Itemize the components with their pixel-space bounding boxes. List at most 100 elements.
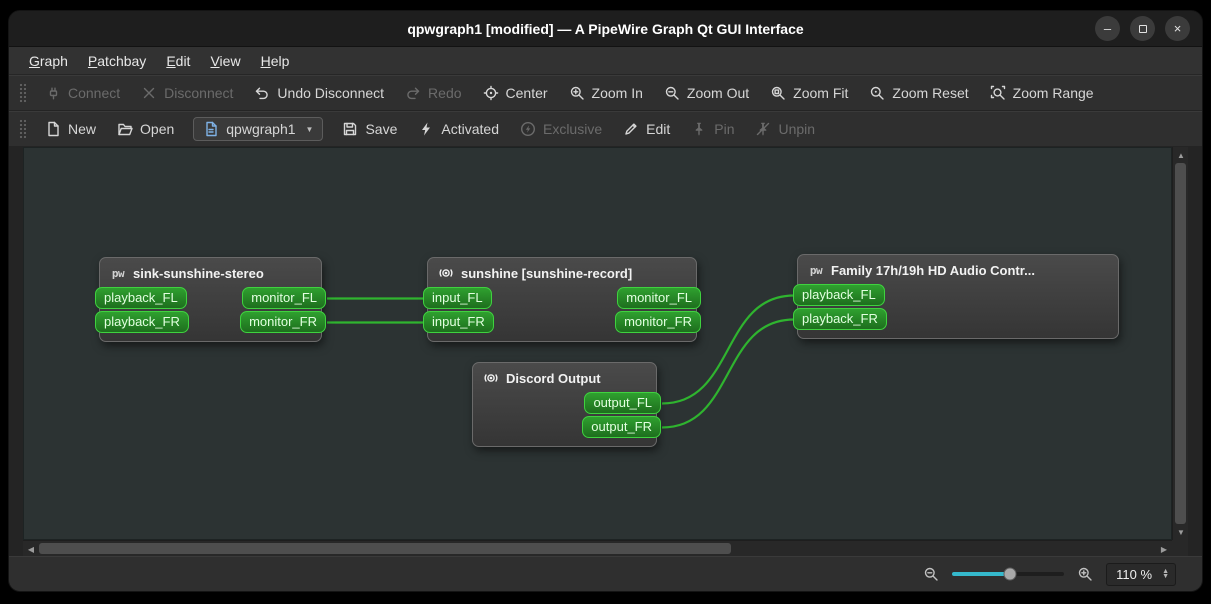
new-icon xyxy=(45,121,61,137)
activated-icon xyxy=(418,121,434,137)
connect-button: Connect xyxy=(36,80,129,106)
port-row: playback_FL monitor_FL xyxy=(95,286,326,309)
port-input_FR[interactable]: input_FR xyxy=(423,310,494,333)
disconnect-icon xyxy=(141,85,157,101)
pipewire-icon: pw xyxy=(809,263,823,277)
toolbar-button-label: Exclusive xyxy=(542,121,603,137)
unpin-button: Unpin xyxy=(746,116,824,142)
toolbar-button-label: Save xyxy=(365,121,398,137)
exclusive-icon xyxy=(520,121,536,137)
port-row: playback_FR monitor_FR xyxy=(95,310,326,333)
patchbay-file-icon xyxy=(203,121,219,137)
port-playback_FR[interactable]: playback_FR xyxy=(793,307,887,330)
scroll-up-icon[interactable]: ▲ xyxy=(1173,147,1189,163)
port-row: playback_FL xyxy=(793,283,1118,306)
window-title: qpwgraph1 [modified] — A PipeWire Graph … xyxy=(407,20,804,37)
save-button[interactable]: Save xyxy=(333,116,406,142)
center-button[interactable]: Center xyxy=(474,80,557,106)
port-output_FL[interactable]: output_FL xyxy=(584,391,661,414)
spin-down-icon[interactable]: ▼ xyxy=(1162,573,1169,580)
minimize-button[interactable]: – xyxy=(1095,16,1120,41)
zoom-out-button[interactable]: Zoom Out xyxy=(655,80,758,106)
toolbar-button-label: Disconnect xyxy=(164,85,234,101)
maximize-button[interactable] xyxy=(1130,16,1155,41)
port-row: playback_FR xyxy=(793,307,1118,330)
node-sink[interactable]: pw sink-sunshine-stereo playback_FLmonitor… xyxy=(95,257,326,342)
spinbox-arrows[interactable]: ▲ ▼ xyxy=(1160,568,1171,580)
app-window: qpwgraph1 [modified] — A PipeWire Graph … xyxy=(8,10,1203,592)
menu-patchbay[interactable]: Patchbay xyxy=(78,50,156,72)
node-ports: output_FL output_FR xyxy=(473,389,661,446)
node-title-text: Discord Output xyxy=(506,370,601,386)
redo-icon xyxy=(405,85,421,101)
zoom-range-button[interactable]: Zoom Range xyxy=(981,80,1103,106)
undo-disconnect-button[interactable]: Undo Disconnect xyxy=(245,80,393,106)
toolbar-handle[interactable] xyxy=(19,119,26,139)
vertical-scroll-handle[interactable] xyxy=(1175,163,1186,524)
port-output_FR[interactable]: output_FR xyxy=(582,415,661,438)
zoom-slider-thumb[interactable] xyxy=(1003,567,1017,581)
node-family[interactable]: pw Family 17h/19h HD Audio Contr... playba… xyxy=(793,254,1119,339)
zoom-spinbox[interactable]: 110 % ▲ ▼ xyxy=(1106,562,1176,586)
port-row: output_FL xyxy=(473,391,661,414)
node-ports: playback_FL monitor_FL playback_FR monitor_… xyxy=(95,284,326,341)
menu-help[interactable]: Help xyxy=(251,50,300,72)
toolbar-button-label: Zoom Out xyxy=(686,85,750,101)
node-sunshine[interactable]: sunshine [sunshine-record] input_FL monito… xyxy=(423,257,701,342)
vertical-scrollbar[interactable]: ▲ ▼ xyxy=(1172,147,1188,540)
zoom-out-icon[interactable] xyxy=(923,566,939,582)
toolbar-button-label: Center xyxy=(505,85,548,101)
horizontal-scroll-handle[interactable] xyxy=(39,543,731,554)
scroll-down-icon[interactable]: ▼ xyxy=(1173,524,1189,540)
zoom-in-icon xyxy=(569,85,585,101)
port-playback_FR[interactable]: playback_FR xyxy=(95,310,189,333)
scroll-left-icon[interactable]: ◀ xyxy=(23,541,39,557)
graph-canvas[interactable]: pw sink-sunshine-stereo playback_FL monitor… xyxy=(23,147,1172,540)
patchbay-toolbar: New Open qpwgraph1 ▼ Save Activated Exclusive E… xyxy=(9,111,1202,147)
connections-layer xyxy=(326,294,795,429)
close-button[interactable]: × xyxy=(1165,16,1190,41)
port-playback_FL[interactable]: playback_FL xyxy=(793,283,885,306)
zoom-in-button[interactable]: Zoom In xyxy=(560,80,652,106)
zoom-slider[interactable] xyxy=(952,566,1065,582)
port-monitor_FR[interactable]: monitor_FR xyxy=(240,310,326,333)
unpin-icon xyxy=(755,121,771,137)
menu-edit[interactable]: Edit xyxy=(156,50,200,72)
zoom-slider-fill xyxy=(952,572,1011,576)
pin-button: Pin xyxy=(682,116,743,142)
port-monitor_FL[interactable]: monitor_FL xyxy=(242,286,326,309)
toolbar-button-label: Zoom Fit xyxy=(793,85,849,101)
node-discord[interactable]: Discord Output output_FL output_FR xyxy=(472,362,661,447)
toolbar-button-label: Undo Disconnect xyxy=(277,85,385,101)
port-input_FL[interactable]: input_FL xyxy=(423,286,492,309)
scroll-right-icon[interactable]: ▶ xyxy=(1156,541,1172,557)
port-playback_FL[interactable]: playback_FL xyxy=(95,286,187,309)
horizontal-scrollbar[interactable]: ◀ ▶ xyxy=(23,540,1172,556)
activated-button[interactable]: Activated xyxy=(409,116,508,142)
port-monitor_FL[interactable]: monitor_FL xyxy=(617,286,701,309)
new-button[interactable]: New xyxy=(36,116,105,142)
open-button[interactable]: Open xyxy=(108,116,183,142)
port-row: output_FR xyxy=(473,415,661,438)
toolbar-button-label: Unpin xyxy=(778,121,816,137)
save-icon xyxy=(342,121,358,137)
toolbar-button-label: Edit xyxy=(646,121,671,137)
edit-button[interactable]: Edit xyxy=(614,116,679,142)
disconnect-button: Disconnect xyxy=(132,80,242,106)
port-monitor_FR[interactable]: monitor_FR xyxy=(615,310,701,333)
exclusive-button: Exclusive xyxy=(511,116,611,142)
zoom-value: 110 % xyxy=(1116,566,1153,582)
canvas-zone: pw sink-sunshine-stereo playback_FL monitor… xyxy=(23,147,1188,556)
zoom-fit-button[interactable]: Zoom Fit xyxy=(761,80,857,106)
node-title: pw sink-sunshine-stereo xyxy=(100,258,321,284)
menu-graph[interactable]: Graph xyxy=(19,50,78,72)
toolbar-button-label: Zoom Range xyxy=(1012,85,1094,101)
patchbay-select[interactable]: qpwgraph1 ▼ xyxy=(193,117,324,141)
titlebar[interactable]: qpwgraph1 [modified] — A PipeWire Graph … xyxy=(9,11,1202,47)
zoom-reset-button[interactable]: Zoom Reset xyxy=(860,80,977,106)
menu-view[interactable]: View xyxy=(200,50,250,72)
toolbar-button-label: Connect xyxy=(68,85,121,101)
zoom-in-icon[interactable] xyxy=(1077,566,1093,582)
toolbar-handle[interactable] xyxy=(19,83,26,103)
toolbar-button-label: Zoom In xyxy=(591,85,643,101)
